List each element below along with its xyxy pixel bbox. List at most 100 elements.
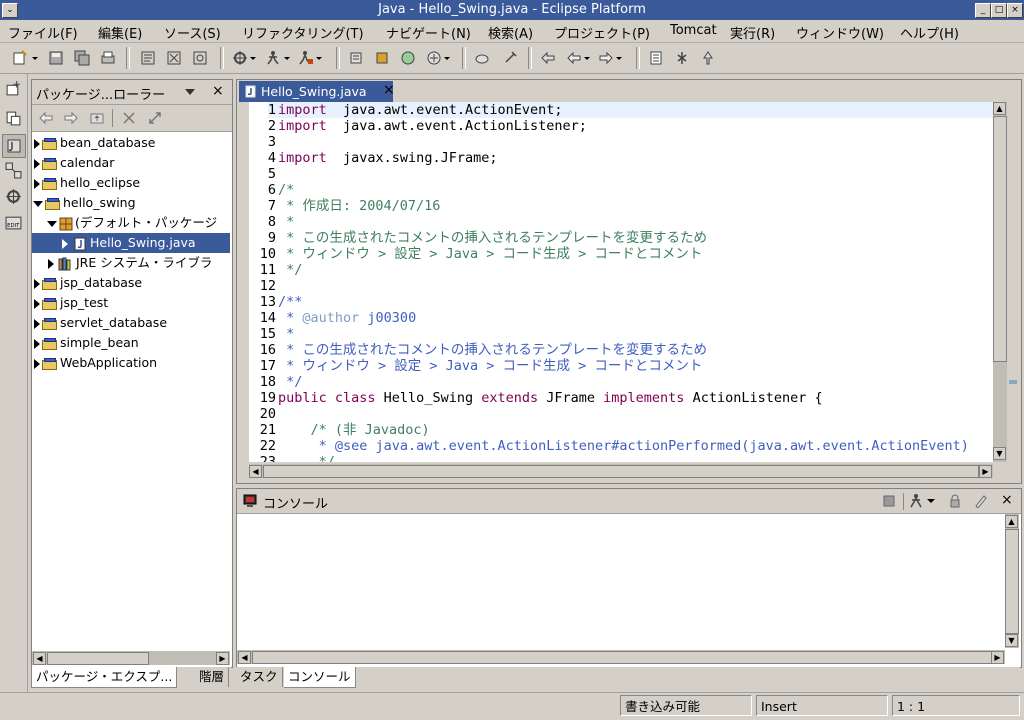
close-view-icon[interactable]: ×	[212, 83, 224, 99]
expand-icon[interactable]	[34, 298, 40, 309]
expand-icon[interactable]	[34, 278, 40, 289]
menu-refactoring[interactable]: リファクタリング(T)	[242, 23, 364, 42]
back-icon[interactable]	[566, 50, 582, 66]
back-icon[interactable]	[39, 111, 53, 125]
new-project-icon[interactable]	[348, 50, 364, 66]
java-browsing-perspective-icon[interactable]	[5, 162, 22, 179]
resource-perspective-icon[interactable]	[5, 110, 22, 127]
console-output[interactable]	[237, 514, 1005, 648]
expand-icon[interactable]	[34, 338, 40, 349]
forward-icon[interactable]	[598, 50, 614, 66]
tab-hierarchy[interactable]: 階層	[195, 667, 230, 687]
menu-run[interactable]: 実行(R)	[730, 23, 775, 42]
debug-icon[interactable]	[232, 50, 248, 66]
up-icon[interactable]	[90, 111, 104, 125]
new-wizard-icon[interactable]	[426, 50, 442, 66]
external-tools-dropdown-icon[interactable]	[314, 50, 324, 66]
menu-source[interactable]: ソース(S)	[164, 23, 221, 42]
menu-edit[interactable]: 編集(E)	[98, 23, 142, 42]
link-with-editor-icon[interactable]	[148, 111, 162, 125]
scroll-right-icon[interactable]: ▶	[979, 465, 992, 478]
overview-ruler-mark[interactable]	[1009, 380, 1017, 384]
expand-icon[interactable]	[34, 138, 40, 149]
save-icon[interactable]	[48, 50, 64, 66]
menu-navigate[interactable]: ナビゲート(N)	[386, 23, 471, 42]
menu-help[interactable]: ヘルプ(H)	[900, 23, 959, 42]
new-icon[interactable]	[12, 50, 28, 66]
debug-dropdown-icon[interactable]	[248, 50, 258, 66]
scroll-right-icon[interactable]: ▶	[216, 652, 229, 665]
tree-item-calendar[interactable]: calendar	[34, 153, 114, 173]
console-hscroll-thumb[interactable]	[252, 651, 992, 664]
open-perspective-icon[interactable]	[5, 80, 22, 97]
collapse-all-icon[interactable]	[122, 111, 136, 125]
menu-project[interactable]: プロジェクト(P)	[554, 23, 650, 42]
pin-icon[interactable]	[502, 50, 518, 66]
external-tools-icon[interactable]	[298, 50, 314, 66]
maximize-icon[interactable]: □	[991, 3, 1007, 18]
run-icon[interactable]	[266, 50, 282, 66]
new-package-icon[interactable]	[374, 50, 390, 66]
back-dropdown-icon[interactable]	[582, 50, 592, 66]
toggle-breakpoint-icon[interactable]	[674, 50, 690, 66]
tree-item-hello-eclipse[interactable]: hello_eclipse	[34, 173, 140, 193]
collapse-icon[interactable]	[33, 200, 43, 207]
forward-icon[interactable]	[64, 111, 78, 125]
scroll-right-icon[interactable]: ▶	[991, 651, 1004, 664]
scroll-up-icon[interactable]: ▲	[993, 102, 1006, 115]
tree-item-default-package[interactable]: (デフォルト・パッケージ	[47, 213, 217, 233]
menu-tomcat[interactable]: Tomcat	[670, 23, 717, 38]
debug-perspective-icon[interactable]	[5, 188, 22, 205]
open-search-icon[interactable]	[474, 50, 490, 66]
scroll-up-icon[interactable]: ▲	[1005, 515, 1018, 528]
menu-file[interactable]: ファイル(F)	[8, 23, 78, 42]
tree-item-servlet-database[interactable]: servlet_database	[34, 313, 167, 333]
editor-vscroll-thumb[interactable]	[993, 116, 1007, 362]
last-edit-icon[interactable]	[540, 50, 556, 66]
scroll-down-icon[interactable]: ▼	[1005, 634, 1018, 647]
forward-dropdown-icon[interactable]	[614, 50, 624, 66]
expand-icon[interactable]	[34, 358, 40, 369]
menu-window[interactable]: ウィンドウ(W)	[796, 23, 884, 42]
show-source-icon[interactable]	[648, 50, 664, 66]
editor-tab-hello-swing[interactable]: Hello_Swing.java	[239, 81, 393, 102]
tomcat-icon[interactable]	[700, 50, 716, 66]
tree-item-webapplication[interactable]: WebApplication	[34, 353, 157, 373]
open-type-icon[interactable]	[140, 50, 156, 66]
console-dropdown-icon[interactable]	[927, 497, 935, 505]
minimize-icon[interactable]: _	[975, 3, 991, 18]
code-area[interactable]: 1 import java.awt.event.ActionEvent; 2 impo…	[249, 102, 1005, 462]
display-selected-console-icon[interactable]	[910, 494, 926, 508]
expand-icon[interactable]	[48, 258, 54, 269]
tree-item-jsp-database[interactable]: jsp_database	[34, 273, 142, 293]
print-icon[interactable]	[100, 50, 116, 66]
close-tab-icon[interactable]: ×	[383, 82, 395, 98]
console-vscroll-thumb[interactable]	[1005, 529, 1019, 634]
tree-item-bean-database[interactable]: bean_database	[34, 133, 155, 153]
run-dropdown-icon[interactable]	[282, 50, 292, 66]
tab-tasks[interactable]: タスク	[236, 667, 283, 687]
collapse-icon[interactable]	[47, 220, 57, 227]
new-wizard-dropdown-icon[interactable]	[442, 50, 452, 66]
tree-item-hello-swing-java[interactable]: Hello_Swing.java	[32, 233, 230, 253]
tab-package-explorer[interactable]: パッケージ・エクスプ...	[31, 667, 178, 688]
scroll-left-icon[interactable]: ◀	[238, 651, 251, 664]
edit-perspective-icon[interactable]: EDIT	[5, 214, 22, 231]
tree-item-jsp-test[interactable]: jsp_test	[34, 293, 108, 313]
open-hierarchy-icon[interactable]	[166, 50, 182, 66]
scroll-down-icon[interactable]: ▼	[993, 447, 1006, 460]
clear-console-icon[interactable]	[973, 494, 987, 508]
tree-item-simple-bean[interactable]: simple_bean	[34, 333, 139, 353]
scroll-lock-icon[interactable]	[949, 494, 961, 508]
expand-icon[interactable]	[34, 178, 40, 189]
open-resource-icon[interactable]	[192, 50, 208, 66]
explorer-hscroll-thumb[interactable]	[47, 652, 149, 665]
scroll-left-icon[interactable]: ◀	[33, 652, 46, 665]
view-menu-icon[interactable]	[184, 87, 196, 97]
new-dropdown-icon[interactable]	[30, 50, 40, 66]
close-window-icon[interactable]: ×	[1007, 3, 1023, 18]
terminate-icon[interactable]	[883, 495, 895, 507]
save-all-icon[interactable]	[74, 50, 90, 66]
expand-icon[interactable]	[34, 318, 40, 329]
java-perspective-button[interactable]	[2, 134, 26, 158]
